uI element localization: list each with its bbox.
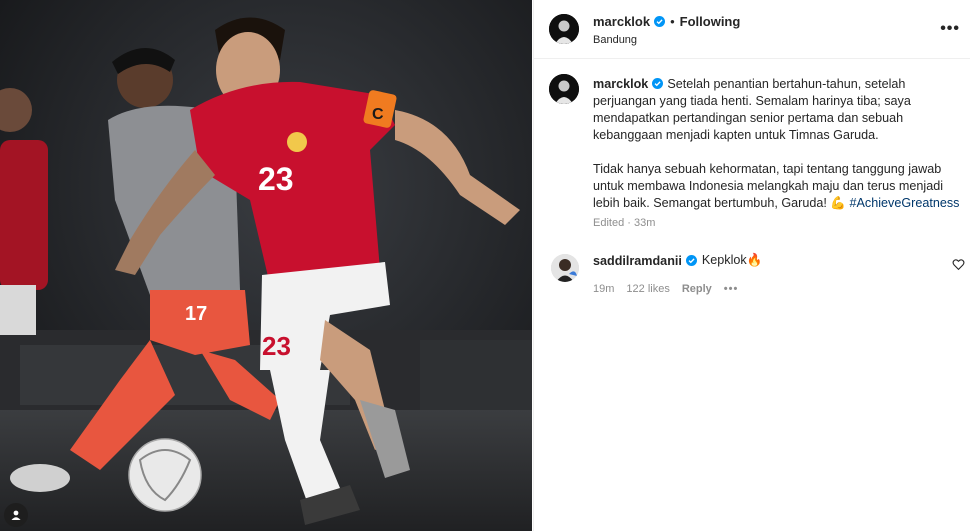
author-line: marcklok • Following [593,14,740,29]
opponent-number: 17 [185,303,207,325]
tagged-users-button[interactable] [4,503,28,527]
post-header: marcklok • Following Bandung ••• [534,0,970,59]
captain-jersey-number: 23 [258,161,294,197]
verified-badge-icon [654,16,666,27]
verified-badge-icon [685,255,697,266]
football-photo: 17 C 23 23 [0,0,532,531]
author-username[interactable]: marcklok [593,14,650,29]
person-icon [11,510,21,520]
separator-dot: • [670,14,675,29]
comment-meta: 19m 122 likes Reply ••• [593,283,750,295]
comment-more-button[interactable]: ••• [724,283,739,295]
commenter-avatar[interactable] [551,254,579,282]
hashtag-link[interactable]: #AchieveGreatness [850,196,960,210]
comment-item: saddilramdanii Kepklok🔥 19m 122 likes Re… [534,248,970,300]
following-button[interactable]: Following [680,14,741,29]
post-details-panel: marcklok • Following Bandung ••• marcklo… [533,0,970,531]
commenter-username[interactable]: saddilramdanii [593,254,682,268]
verified-badge-icon [652,78,664,89]
more-options-button[interactable]: ••• [940,20,960,38]
reply-button[interactable]: Reply [682,283,712,295]
comment-line: saddilramdanii Kepklok🔥 [593,253,762,268]
author-avatar[interactable] [549,14,579,44]
edited-timestamp: Edited · 33m [593,217,655,229]
captain-armband: C [372,106,384,123]
caption-author-avatar[interactable] [549,74,579,104]
edited-label: Edited [593,217,625,229]
caption-username[interactable]: marcklok [593,77,648,91]
comment-time[interactable]: 19m [593,283,614,295]
like-heart-icon[interactable] [952,258,965,271]
shorts-number: 23 [262,331,291,361]
post-location[interactable]: Bandung [593,34,637,46]
caption-paragraph-2: Tidak hanya sebuah kehormatan, tapi tent… [593,161,961,212]
post-photo[interactable]: 17 C 23 23 [0,0,532,531]
caption-text: marcklok Setelah penantian bertahun-tahun… [593,76,961,212]
post-time[interactable]: · 33m [627,217,655,229]
comment-text: Kepklok🔥 [701,253,763,267]
comment-likes[interactable]: 122 likes [626,283,669,295]
